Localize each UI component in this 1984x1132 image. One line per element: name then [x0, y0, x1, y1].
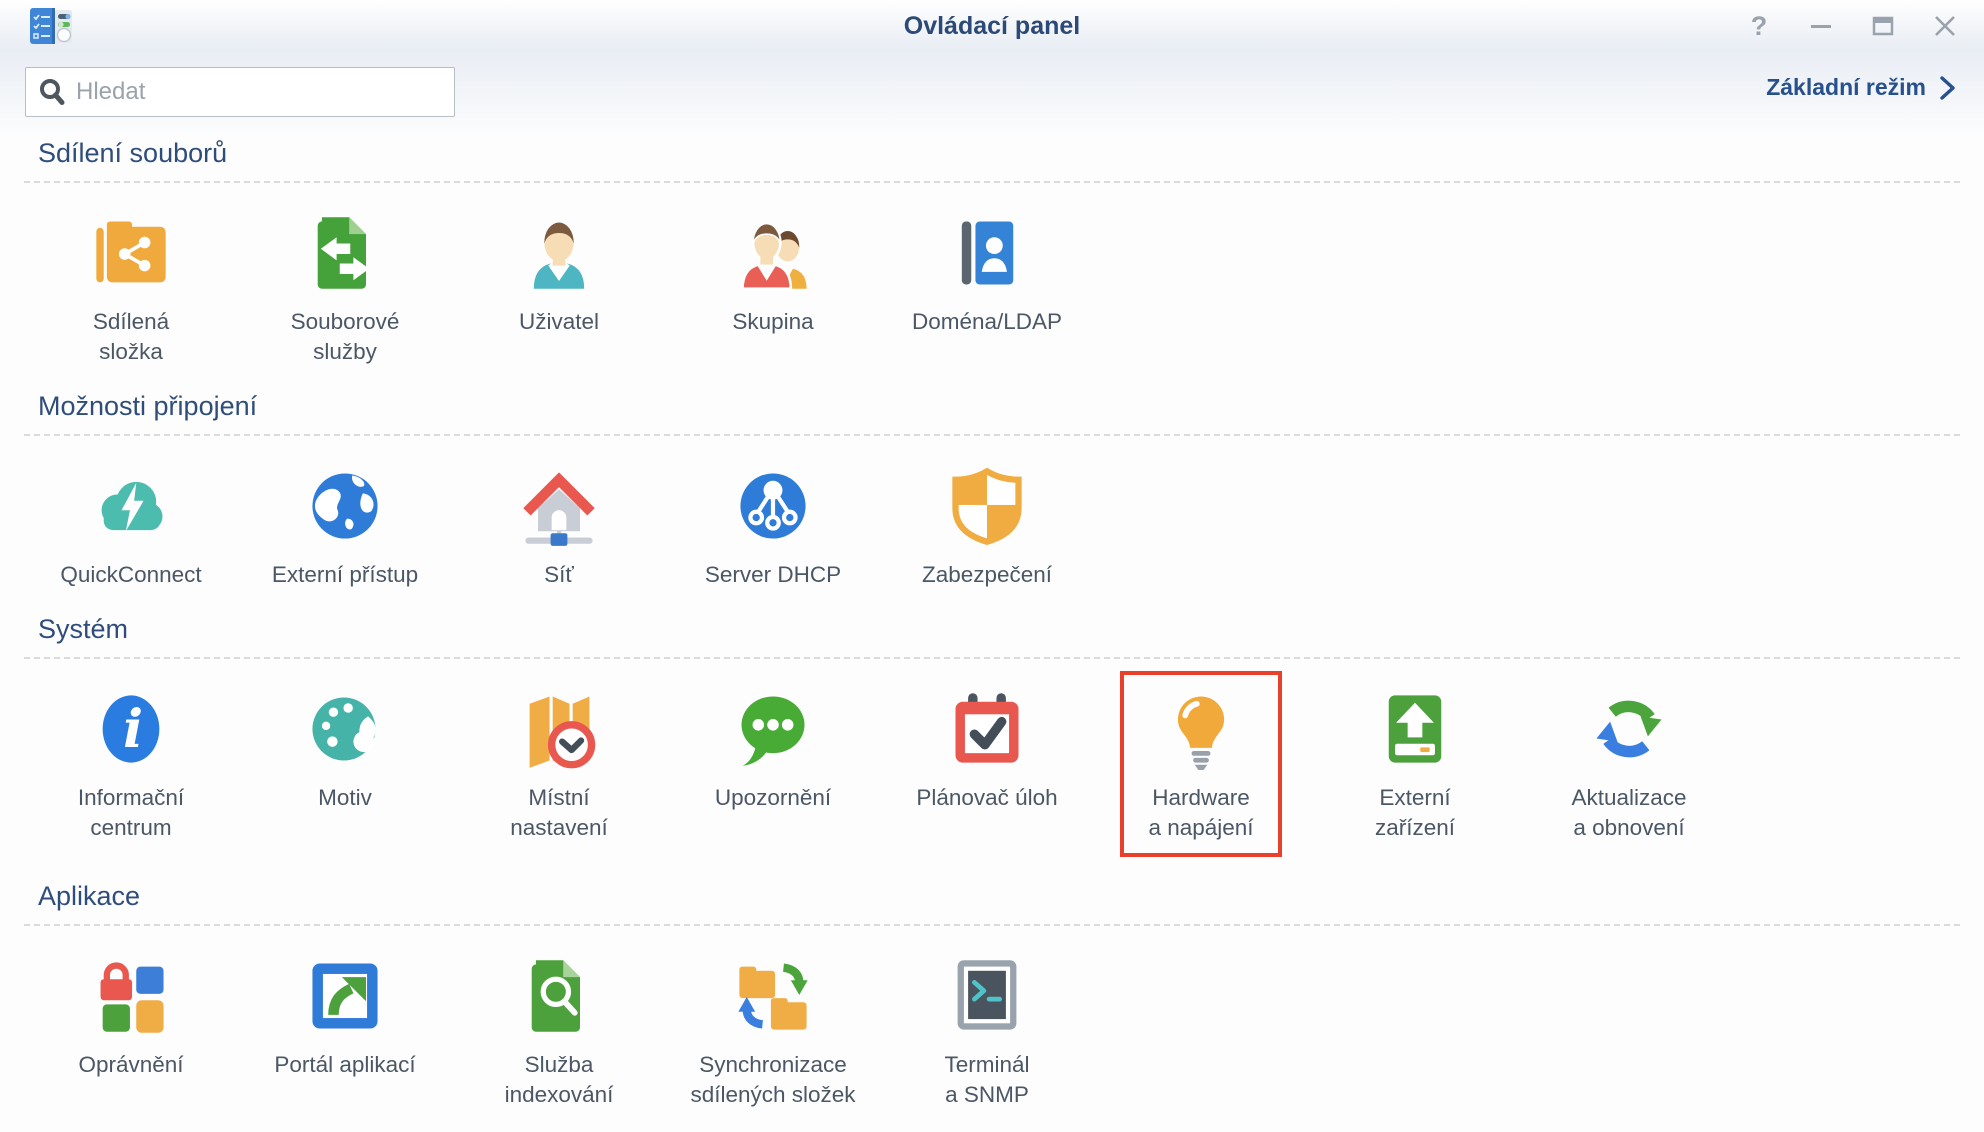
palette-icon — [303, 687, 387, 771]
update-arrows-icon — [1587, 687, 1671, 771]
item-label: Externí zařízení — [1375, 783, 1455, 843]
privileges-lock-grid-icon — [89, 954, 173, 1038]
item-task-scheduler[interactable]: Plánovač úloh — [880, 687, 1094, 813]
item-label: Sdílená složka — [93, 307, 169, 367]
globe-icon — [303, 464, 387, 548]
section-header-connectivity: Možnosti připojení — [38, 391, 1946, 422]
folder-sync-icon — [731, 954, 815, 1038]
light-bulb-icon — [1159, 687, 1243, 771]
item-quickconnect[interactable]: QuickConnect — [24, 464, 238, 590]
map-clock-icon — [517, 687, 601, 771]
item-dhcp-server[interactable]: Server DHCP — [666, 464, 880, 590]
item-user[interactable]: Uživatel — [452, 211, 666, 337]
item-label: Terminál a SNMP — [944, 1050, 1029, 1110]
item-label: Zabezpečení — [922, 560, 1052, 590]
item-privileges[interactable]: Oprávnění — [24, 954, 238, 1080]
section-system: Systém i Informační centrum — [24, 614, 1960, 857]
item-security[interactable]: Zabezpečení — [880, 464, 1094, 590]
item-info-center[interactable]: i Informační centrum — [24, 687, 238, 843]
window-title: Ovládací panel — [904, 12, 1080, 41]
indexing-search-doc-icon — [517, 954, 601, 1038]
item-external-access[interactable]: Externí přístup — [238, 464, 452, 590]
terminal-icon — [945, 954, 1029, 1038]
domain-ldap-icon — [945, 211, 1029, 295]
group-icon — [731, 211, 815, 295]
minimize-icon[interactable] — [1808, 13, 1834, 39]
close-icon[interactable] — [1932, 13, 1958, 39]
item-update-restore[interactable]: Aktualizace a obnovení — [1522, 687, 1736, 843]
item-label: Hardware a napájení — [1148, 783, 1253, 843]
item-label: Motiv — [318, 783, 372, 813]
item-label: Synchronizace sdílených složek — [690, 1050, 855, 1110]
item-label: QuickConnect — [60, 560, 201, 590]
user-icon — [517, 211, 601, 295]
item-indexing-service[interactable]: Služba indexování — [452, 954, 666, 1110]
item-label: Doména/LDAP — [912, 307, 1062, 337]
network-house-icon — [517, 464, 601, 548]
item-label: Aktualizace a obnovení — [1571, 783, 1686, 843]
portal-arrow-icon — [303, 954, 387, 1038]
basic-mode-link[interactable]: Základní režim — [1766, 74, 1956, 101]
item-label: Místní nastavení — [510, 783, 608, 843]
item-group[interactable]: Skupina — [666, 211, 880, 337]
quickconnect-cloud-icon — [89, 464, 173, 548]
item-notification[interactable]: Upozornění — [666, 687, 880, 813]
item-label: Skupina — [732, 307, 813, 337]
svg-text:i: i — [123, 699, 143, 760]
item-label: Uživatel — [519, 307, 599, 337]
item-label: Portál aplikací — [274, 1050, 415, 1080]
item-external-devices[interactable]: Externí zařízení — [1308, 687, 1522, 843]
basic-mode-label: Základní režim — [1766, 74, 1926, 101]
section-connectivity: Možnosti připojení QuickConnect — [24, 391, 1960, 590]
security-shield-icon — [945, 464, 1029, 548]
item-shared-folder-sync[interactable]: Synchronizace sdílených složek — [666, 954, 880, 1110]
dhcp-nodes-icon — [731, 464, 815, 548]
search-input[interactable] — [76, 78, 442, 106]
file-services-icon — [303, 211, 387, 295]
item-theme[interactable]: Motiv — [238, 687, 452, 813]
section-file-sharing: Sdílení souborů Sdílená složka — [24, 138, 1960, 367]
item-domain-ldap[interactable]: Doména/LDAP — [880, 211, 1094, 337]
item-terminal-snmp[interactable]: Terminál a SNMP — [880, 954, 1094, 1110]
maximize-icon[interactable] — [1870, 13, 1896, 39]
item-shared-folder[interactable]: Sdílená složka — [24, 211, 238, 367]
calendar-check-icon — [945, 687, 1029, 771]
item-hardware-power[interactable]: Hardware a napájení — [1094, 687, 1308, 857]
title-bar: Ovládací panel ? — [0, 0, 1984, 52]
search-icon — [38, 78, 66, 106]
control-panel-app-icon — [28, 6, 74, 46]
shared-folder-icon — [89, 211, 173, 295]
help-icon[interactable]: ? — [1746, 13, 1772, 39]
section-header-file-sharing: Sdílení souborů — [38, 138, 1946, 169]
info-icon: i — [89, 687, 173, 771]
speech-bubble-icon — [731, 687, 815, 771]
section-header-system: Systém — [38, 614, 1946, 645]
search-box[interactable] — [25, 67, 455, 117]
item-regional-options[interactable]: Místní nastavení — [452, 687, 666, 843]
item-label: Externí přístup — [272, 560, 418, 590]
highlight-box: Hardware a napájení — [1120, 671, 1282, 857]
item-label: Informační centrum — [78, 783, 184, 843]
item-label: Upozornění — [715, 783, 831, 813]
section-applications: Aplikace Oprávnění — [24, 881, 1960, 1110]
item-application-portal[interactable]: Portál aplikací — [238, 954, 452, 1080]
toolbar: Základní režim — [0, 52, 1984, 132]
item-label: Služba indexování — [505, 1050, 614, 1110]
chevron-right-icon — [1938, 75, 1956, 101]
item-label: Síť — [544, 560, 574, 590]
item-label: Oprávnění — [78, 1050, 183, 1080]
item-label: Server DHCP — [705, 560, 841, 590]
item-label: Souborové služby — [291, 307, 400, 367]
item-file-services[interactable]: Souborové služby — [238, 211, 452, 367]
item-network[interactable]: Síť — [452, 464, 666, 590]
item-label: Plánovač úloh — [916, 783, 1057, 813]
section-header-applications: Aplikace — [38, 881, 1946, 912]
external-device-icon — [1373, 687, 1457, 771]
